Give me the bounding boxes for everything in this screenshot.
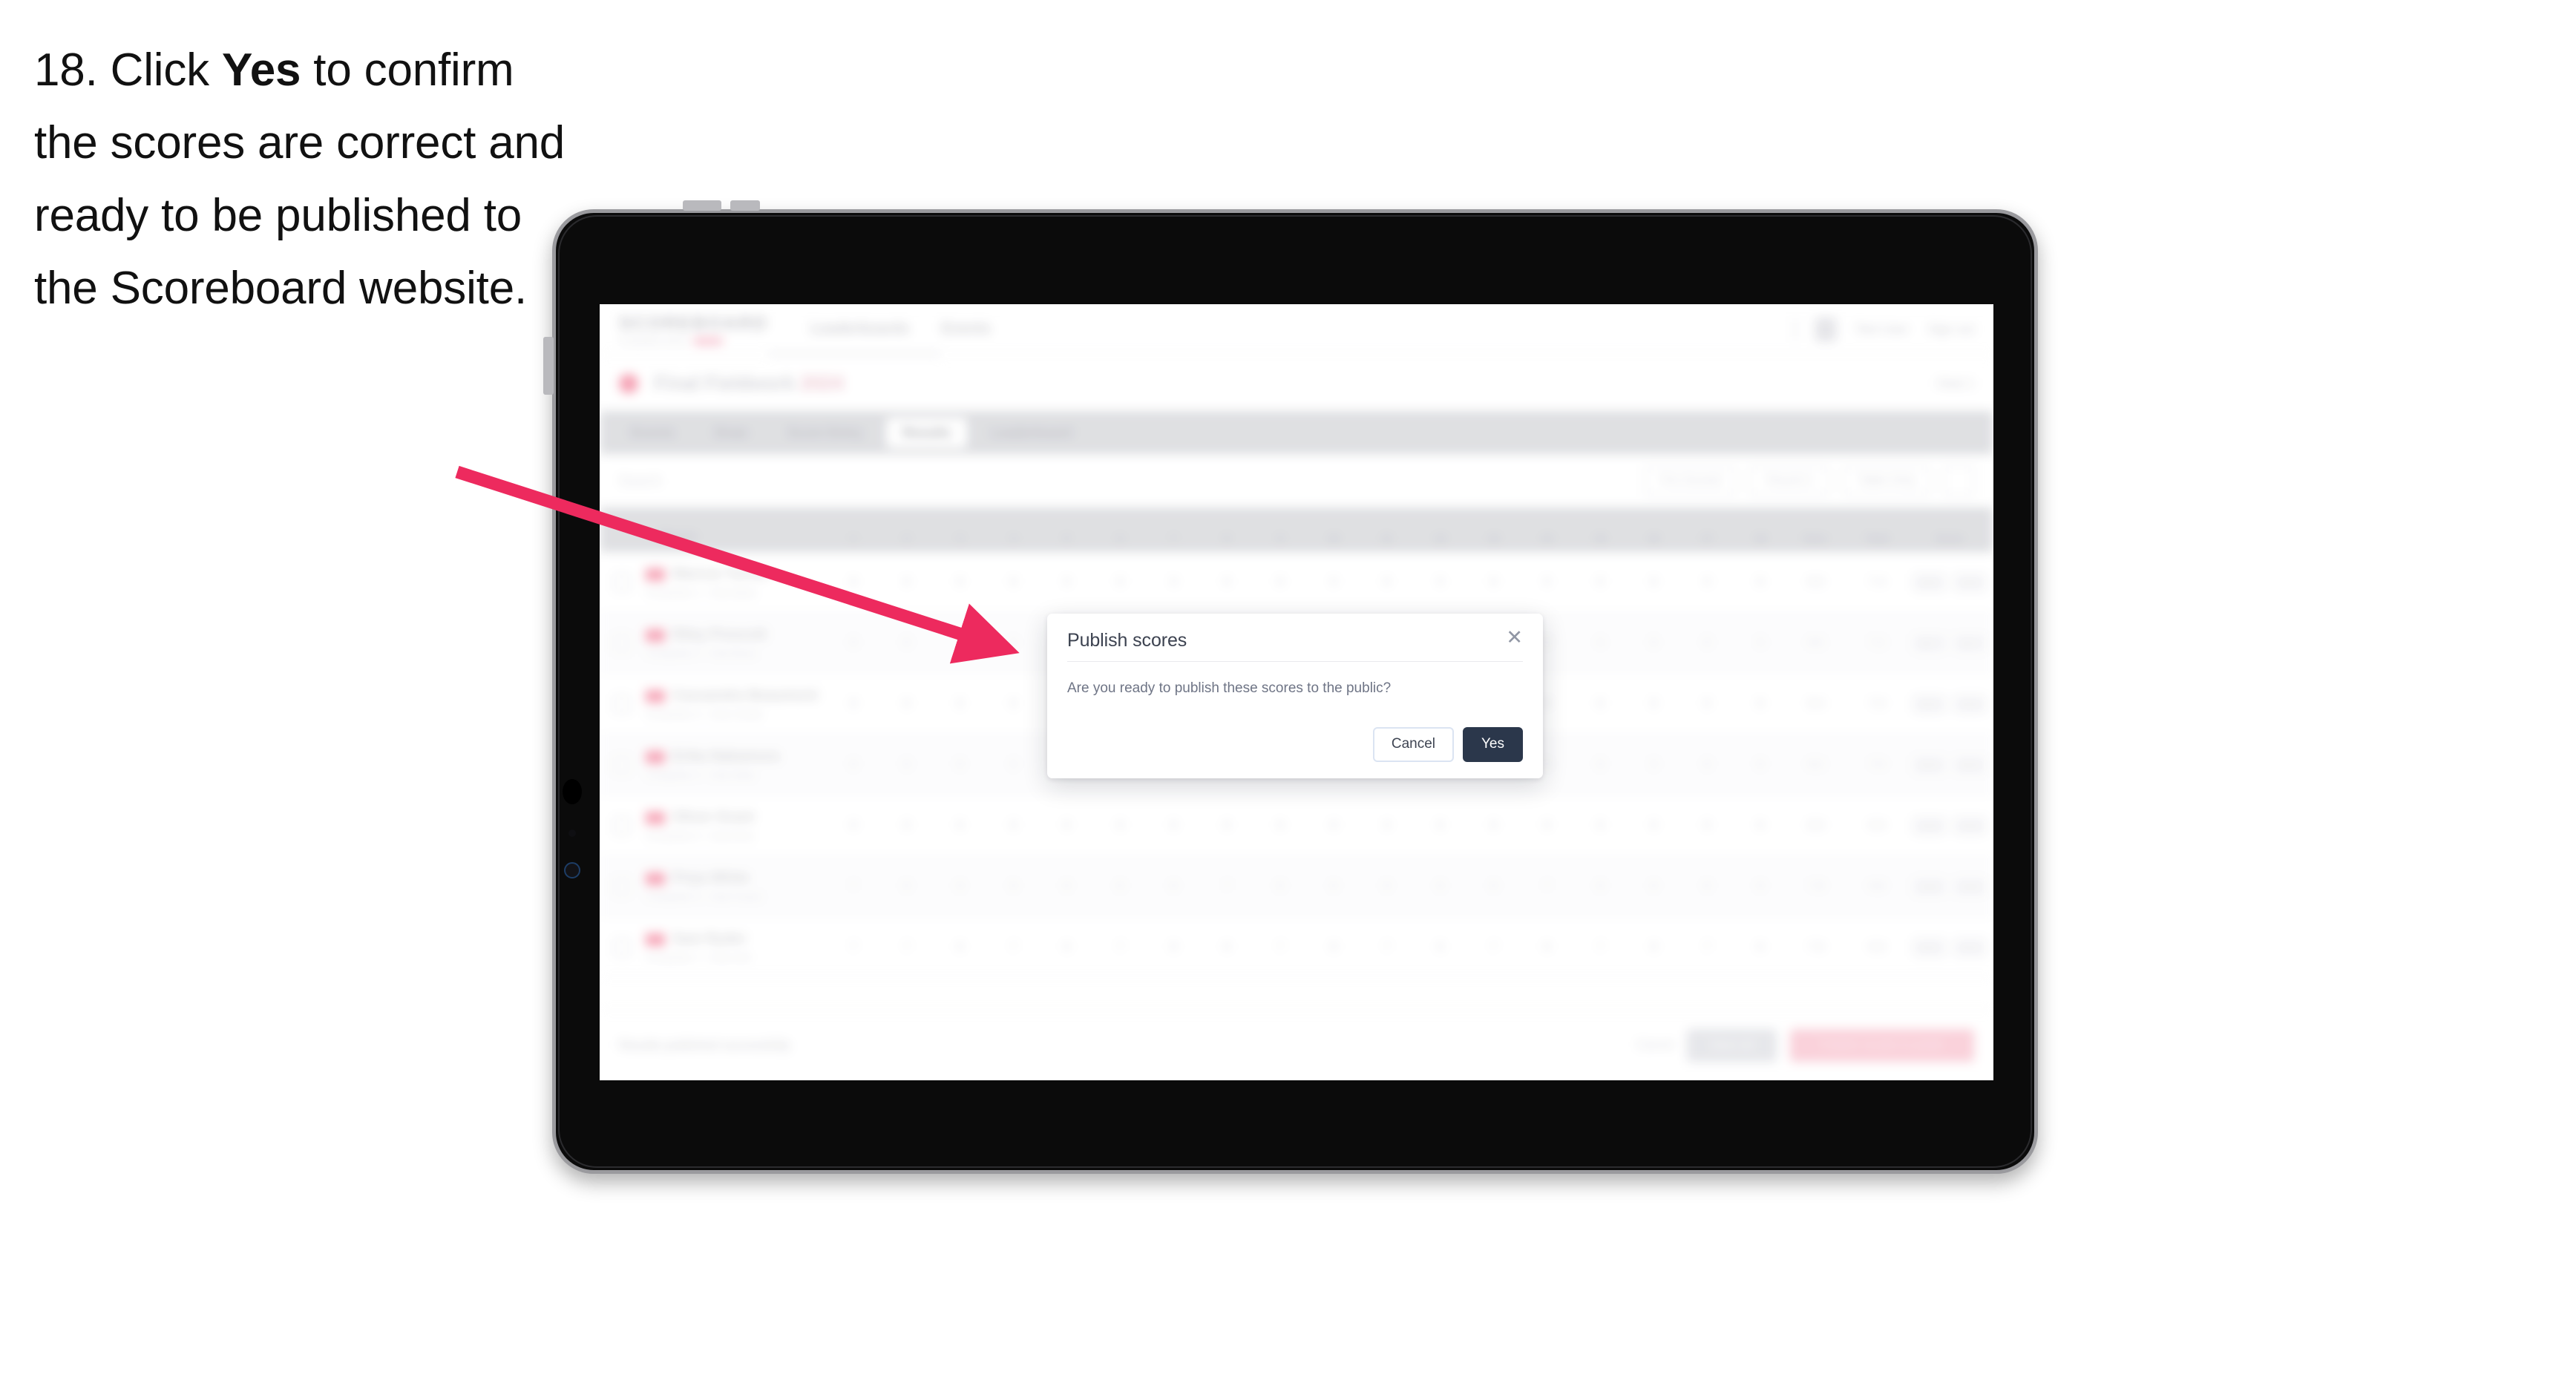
tablet-button-side[interactable]	[543, 337, 554, 395]
slide-canvas: 18. Click Yes to confirm the scores are …	[0, 0, 2576, 1386]
tablet-led-icon	[564, 862, 580, 878]
publish-scores-dialog: Publish scores ✕ Are you ready to publis…	[1047, 614, 1543, 778]
yes-button[interactable]: Yes	[1463, 727, 1523, 762]
instruction-text: 18. Click Yes to confirm the scores are …	[34, 34, 568, 325]
dialog-title: Publish scores	[1067, 630, 1187, 651]
dialog-header: Publish scores ✕	[1067, 628, 1523, 662]
instruction-bold-word: Yes	[221, 45, 301, 96]
dialog-message: Are you ready to publish these scores to…	[1067, 680, 1392, 696]
close-icon[interactable]: ✕	[1506, 628, 1523, 648]
cancel-button[interactable]: Cancel	[1372, 727, 1454, 762]
tablet-camera-icon	[563, 779, 582, 804]
tablet-button-top-a[interactable]	[683, 200, 721, 211]
instruction-pre: Click	[110, 45, 222, 96]
instruction-number: 18.	[34, 45, 98, 96]
tablet-button-top-b[interactable]	[730, 200, 760, 211]
tablet-sensor-icon	[568, 830, 576, 837]
dialog-actions: Cancel Yes	[1372, 727, 1523, 762]
